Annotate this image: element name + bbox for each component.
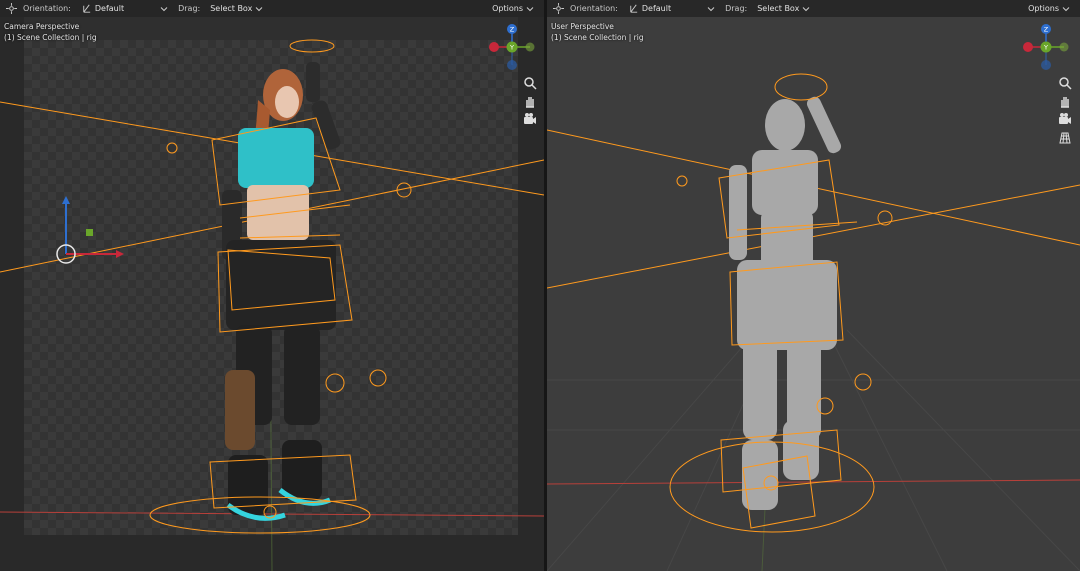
chevron-down-icon	[802, 6, 810, 11]
svg-text:Z: Z	[1044, 26, 1049, 34]
neg-y-axis-ball[interactable]	[525, 42, 535, 52]
x-axis-grid-line	[547, 479, 1080, 485]
orientation-dropdown[interactable]: Default	[77, 2, 172, 15]
orientation-icon	[83, 4, 91, 13]
character-model-clay[interactable]	[729, 95, 843, 510]
drag-label: Drag:	[725, 4, 748, 13]
view-name: Camera Perspective	[4, 22, 80, 31]
hand-pan-icon[interactable]	[523, 94, 537, 108]
options-dropdown[interactable]: Options	[488, 2, 538, 15]
viewport-header-right: Orientation: Default Drag: Select Box Op…	[547, 0, 1080, 17]
neg-x-axis-ball[interactable]	[1023, 42, 1033, 52]
viewport-scene-right[interactable]	[547, 0, 1080, 571]
camera-perspective-viewport[interactable]: Orientation: Default Drag: Select Box Op…	[0, 0, 544, 571]
navigation-gizmo-right[interactable]: Z Y	[1019, 22, 1075, 76]
viewport-info-left: Camera Perspective (1) Scene Collection …	[4, 21, 97, 43]
user-perspective-viewport[interactable]: Orientation: Default Drag: Select Box Op…	[547, 0, 1080, 571]
camera-view-icon[interactable]	[1058, 112, 1072, 126]
view-name: User Perspective	[551, 22, 614, 31]
viewport-scene-left[interactable]	[0, 0, 544, 571]
zoom-icon[interactable]	[523, 76, 537, 90]
transform-pivot-icon[interactable]	[6, 3, 17, 14]
collection-info: (1) Scene Collection | rig	[551, 33, 644, 42]
neg-x-axis-ball[interactable]	[489, 42, 499, 52]
hand-pan-icon[interactable]	[1058, 94, 1072, 108]
drag-dropdown[interactable]: Select Box	[753, 2, 814, 15]
navigation-gizmo-left[interactable]: Z Y	[484, 22, 540, 76]
drag-label: Drag:	[178, 4, 201, 13]
svg-text:Z: Z	[510, 26, 515, 34]
orientation-label: Orientation:	[23, 4, 71, 13]
neg-z-axis-ball[interactable]	[1041, 60, 1051, 70]
orientation-value: Default	[94, 4, 125, 13]
zoom-icon[interactable]	[1058, 76, 1072, 90]
drag-dropdown[interactable]: Select Box	[206, 2, 267, 15]
grid-toggle-icon[interactable]	[1058, 131, 1072, 145]
chevron-down-icon	[1062, 6, 1070, 11]
options-label: Options	[492, 4, 523, 13]
y-plane-handle[interactable]	[86, 229, 93, 236]
neg-z-axis-ball[interactable]	[507, 60, 517, 70]
camera-view-icon[interactable]	[523, 112, 537, 126]
collection-info: (1) Scene Collection | rig	[4, 33, 97, 42]
viewport-header-left: Orientation: Default Drag: Select Box Op…	[0, 0, 544, 17]
svg-text:Y: Y	[1043, 44, 1048, 52]
chevron-down-icon	[526, 6, 534, 11]
orientation-icon	[630, 4, 638, 13]
options-dropdown[interactable]: Options	[1024, 2, 1074, 15]
orientation-dropdown[interactable]: Default	[624, 2, 719, 15]
orientation-value: Default	[641, 4, 672, 13]
drag-value: Select Box	[210, 4, 253, 13]
chevron-down-icon	[707, 6, 715, 11]
orientation-label: Orientation:	[570, 4, 618, 13]
svg-text:Y: Y	[509, 44, 514, 52]
neg-y-axis-ball[interactable]	[1059, 42, 1069, 52]
drag-value: Select Box	[757, 4, 800, 13]
chevron-down-icon	[255, 6, 263, 11]
transform-pivot-icon[interactable]	[553, 3, 564, 14]
viewport-info-right: User Perspective (1) Scene Collection | …	[551, 21, 644, 43]
chevron-down-icon	[160, 6, 168, 11]
options-label: Options	[1028, 4, 1059, 13]
